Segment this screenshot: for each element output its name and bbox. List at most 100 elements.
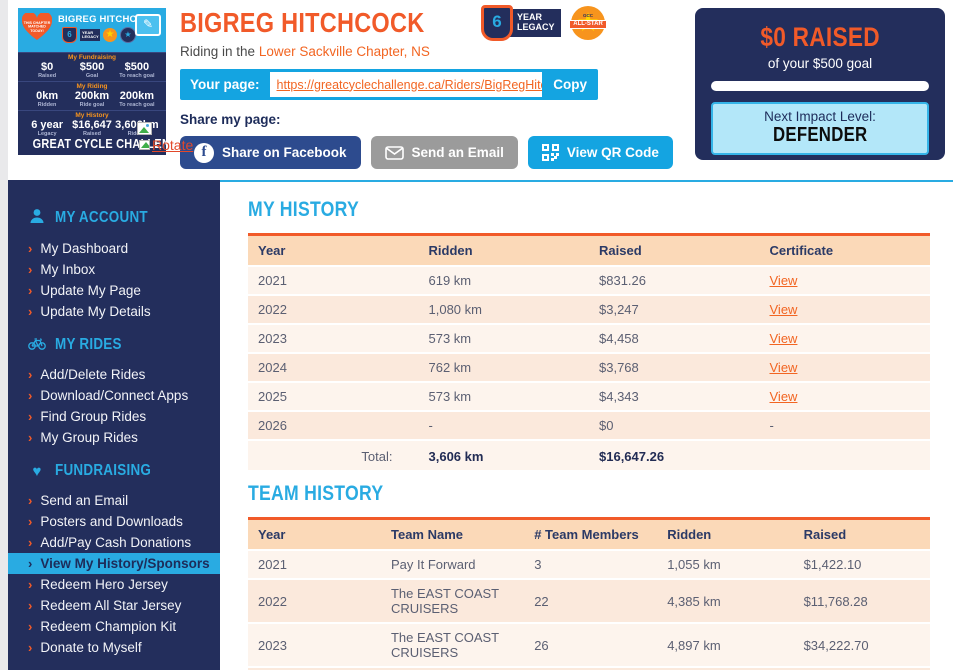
chevron-right-icon: › [28, 619, 32, 634]
chevron-right-icon: › [28, 304, 32, 319]
cell-year: 2024 [248, 354, 419, 381]
cell-raised: $4,458 [589, 325, 760, 352]
profile-card: THIS CHAPTER MATCHED TODAY! BIGREG HITCH… [18, 8, 166, 155]
team-history-table: Year Team Name # Team Members Ridden Rai… [248, 515, 930, 670]
facebook-button-label: Share on Facebook [222, 145, 347, 160]
sidebar-item-label: Redeem Champion Kit [40, 619, 176, 634]
cell-ridden: 762 km [419, 354, 590, 381]
sidebar-item-redeem-hero-jersey[interactable]: ›Redeem Hero Jersey [8, 574, 220, 595]
column-header-year: Year [248, 517, 381, 549]
sidebar-item-send-an-email[interactable]: ›Send an Email [8, 490, 220, 511]
cell-year: 2021 [248, 267, 419, 294]
stat-value: $0 [25, 61, 69, 73]
rotate-card-link[interactable]: Rotate [139, 137, 193, 153]
sidebar-item-label: Posters and Downloads [40, 514, 183, 529]
sidebar-item-redeem-all-star-jersey[interactable]: ›Redeem All Star Jersey [8, 595, 220, 616]
column-header-ridden: Ridden [657, 517, 793, 549]
chevron-right-icon: › [28, 535, 32, 550]
sidebar-section-title: MY RIDES [55, 336, 122, 354]
cell-team-name: Pay It Forward [381, 551, 524, 578]
view-qr-button[interactable]: View QR Code [528, 136, 673, 169]
sidebar-item-label: Download/Connect Apps [40, 388, 188, 403]
cell-raised: $3,768 [589, 354, 760, 381]
sidebar-item-label: Update My Details [40, 304, 150, 319]
share-buttons: f Share on Facebook Send an Email [180, 136, 685, 169]
next-impact-level-box: Next Impact Level: DEFENDER [711, 102, 929, 155]
certificate-view-link[interactable]: View [770, 360, 798, 375]
card-fundraising-section: My Fundraising $0Raised $500Goal $500To … [18, 52, 166, 81]
sidebar-item-view-my-history-sponsors[interactable]: ›View My History/Sponsors [8, 553, 220, 574]
page-url-field[interactable]: https://greatcyclechallenge.ca/Riders/Bi… [270, 72, 543, 97]
sidebar-item-label: Update My Page [40, 283, 141, 298]
six-year-legacy-badge: 6 YEAR LEGACY [481, 7, 561, 39]
sidebar-item-label: Find Group Rides [40, 409, 146, 424]
sidebar-item-posters-and-downloads[interactable]: › Posters and Downloads [8, 511, 220, 532]
cell-ridden: 619 km [419, 267, 590, 294]
copy-url-button[interactable]: Copy [542, 69, 598, 100]
column-header-raised: Raised [794, 517, 930, 549]
sidebar-item-label: Redeem All Star Jersey [40, 598, 181, 613]
your-page-bar: Your page: https://greatcyclechallenge.c… [180, 69, 598, 100]
cell-team-members: 26 [524, 624, 657, 666]
chevron-right-icon: › [28, 367, 32, 382]
sidebar-item-my-group-rides[interactable]: ›My Group Rides [8, 427, 220, 448]
chevron-right-icon: › [28, 262, 32, 277]
cell-raised: $34,222.70 [794, 624, 930, 666]
sidebar-item-find-group-rides[interactable]: ›Find Group Rides [8, 406, 220, 427]
sidebar-item-donate-to-myself[interactable]: ›Donate to Myself [8, 637, 220, 658]
mini-legacy-label: YEAR LEGACY [80, 29, 100, 42]
sidebar-item-add-delete-rides[interactable]: ›Add/Delete Rides [8, 364, 220, 385]
stat-value: $500 [115, 61, 159, 73]
column-header-certificate: Certificate [760, 233, 931, 265]
stat-value: $500 [70, 61, 114, 73]
chevron-right-icon: › [28, 577, 32, 592]
chevron-right-icon: › [28, 514, 32, 529]
stat-value: 200km [70, 90, 114, 102]
sidebar-item-add-pay-cash-donations[interactable]: ›Add/Pay Cash Donations [8, 532, 220, 553]
sidebar-item-update-my-page[interactable]: ›Update My Page [8, 280, 220, 301]
sidebar-item-download-connect-apps[interactable]: ›Download/Connect Apps [8, 385, 220, 406]
chevron-right-icon: › [28, 640, 32, 655]
stat-value: 0km [25, 90, 69, 102]
cell-year: 2022 [248, 296, 419, 323]
sidebar: MY ACCOUNT ›My Dashboard ›My Inbox ›Upda… [8, 180, 220, 670]
email-button-label: Send an Email [412, 145, 504, 160]
cell-ridden: - [419, 412, 590, 439]
cell-team-name: The EAST COAST CRUISERS [381, 580, 524, 622]
certificate-view-link[interactable]: View [770, 273, 798, 288]
sidebar-section-title: MY ACCOUNT [55, 209, 148, 227]
certificate-view-link[interactable]: View [770, 389, 798, 404]
cell-ridden: 4,897 km [657, 624, 793, 666]
share-facebook-button[interactable]: f Share on Facebook [180, 136, 361, 169]
page: THIS CHAPTER MATCHED TODAY! BIGREG HITCH… [0, 0, 953, 670]
sidebar-item-label: Send an Email [40, 493, 128, 508]
main-content: MY HISTORY Year Ridden Raised Certificat… [220, 180, 953, 670]
sidebar-section-my-rides: MY RIDES [28, 336, 220, 354]
legacy-badge-label: YEAR LEGACY [509, 9, 561, 37]
send-email-button[interactable]: Send an Email [371, 136, 518, 169]
column-header-ridden: Ridden [419, 233, 590, 265]
envelope-icon [385, 146, 404, 160]
chevron-right-icon: › [28, 241, 32, 256]
cell-raised: $831.26 [589, 267, 760, 294]
sidebar-item-my-inbox[interactable]: ›My Inbox [8, 259, 220, 280]
facebook-icon: f [194, 143, 214, 163]
rider-name-title: BIGREG HITCHCOCK [180, 7, 424, 39]
sidebar-item-update-my-details[interactable]: › Update My Details [8, 301, 220, 322]
column-header-year: Year [248, 233, 419, 265]
edit-card-icon[interactable]: ✎ [135, 14, 161, 36]
sidebar-item-redeem-champion-kit[interactable]: › Redeem Champion Kit [8, 616, 220, 637]
chapter-link[interactable]: Lower Sackville Chapter, NS [259, 44, 430, 59]
certificate-view-link[interactable]: View [770, 331, 798, 346]
qr-code-icon [542, 144, 559, 161]
cell-raised: $3,247 [589, 296, 760, 323]
column-header-team-name: Team Name [381, 517, 524, 549]
table-header-row: Year Ridden Raised Certificate [248, 233, 930, 265]
user-icon [28, 208, 46, 228]
certificate-view-link[interactable]: View [770, 302, 798, 317]
goal-line: of your $500 goal [711, 56, 929, 71]
sidebar-item-my-dashboard[interactable]: ›My Dashboard [8, 238, 220, 259]
stat-value: 200km [115, 90, 159, 102]
page-url-link[interactable]: https://greatcyclechallenge.ca/Riders/Bi… [277, 78, 543, 92]
team-history-title: TEAM HISTORY [248, 482, 383, 506]
